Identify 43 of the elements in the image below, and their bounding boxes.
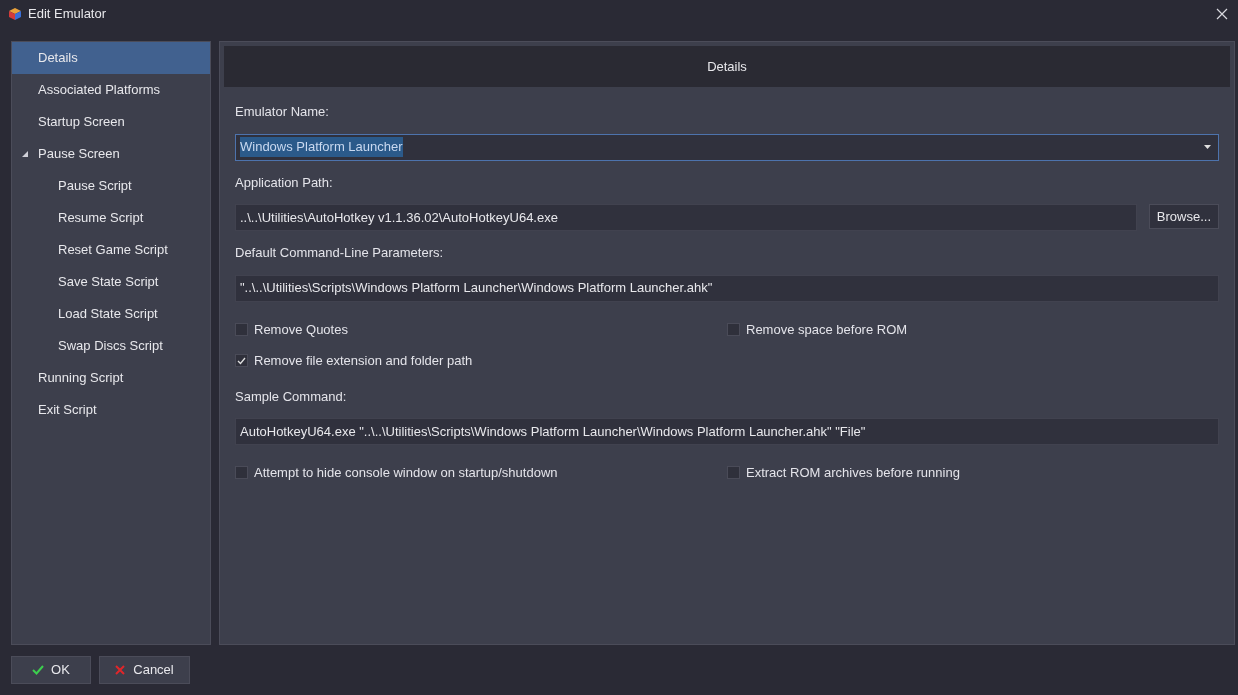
sidebar-item[interactable]: Resume Script	[12, 202, 210, 234]
close-icon[interactable]	[1216, 8, 1228, 20]
sidebar-item[interactable]: Associated Platforms	[12, 74, 210, 106]
sidebar-item[interactable]: Load State Script	[12, 298, 210, 330]
checkbox[interactable]	[727, 322, 740, 336]
parameters-field[interactable]: "..\..\Utilities\Scripts\Windows Platform Launcher\Windows Platform Launcher.ahk"	[235, 274, 1219, 302]
expanded-triangle-icon[interactable]	[22, 151, 28, 157]
application-path-field[interactable]: ..\..\Utilities\AutoHotkey v1.1.36.02\AutoHotkeyU64.exe	[235, 204, 1137, 231]
ok-button[interactable]: OK	[11, 656, 91, 684]
checkbox[interactable]	[727, 466, 740, 480]
sidebar-item[interactable]: Exit Script	[12, 394, 210, 426]
cancel-button[interactable]: Cancel	[99, 656, 190, 684]
emulator-name-dropdown[interactable]: Windows Platform Launcher	[235, 133, 1219, 161]
selected-text: Windows Platform Launcher	[240, 137, 403, 157]
checkbox-label: Remove space before ROM	[746, 320, 908, 339]
sidebar-item[interactable]: Running Script	[12, 362, 210, 394]
field-label: Application Path:	[235, 173, 333, 192]
checkbox-label: Extract ROM archives before running	[746, 464, 960, 482]
sample-command-field[interactable]: AutoHotkeyU64.exe "..\..\Utilities\Scripts\Windows Platform Launcher\Windows Platform Launcher.ahk" "File"	[235, 418, 1219, 445]
sidebar-item[interactable]: Pause Script	[12, 170, 210, 202]
field-label: Emulator Name:	[235, 103, 329, 121]
field-label: Sample Command:	[235, 387, 347, 406]
checkbox-label: Attempt to hide console window on startup/shutdown	[254, 464, 558, 482]
checkbox[interactable]	[235, 466, 248, 480]
checkbox[interactable]	[235, 354, 248, 368]
sidebar-item[interactable]: Startup Screen	[12, 106, 210, 138]
window-title: Edit Emulator	[28, 5, 107, 24]
cross-icon	[115, 665, 126, 675]
checkbox-label: Remove file extension and folder path	[254, 352, 473, 370]
browse-button[interactable]: Browse...	[1148, 204, 1219, 229]
checkbox-label: Remove Quotes	[254, 320, 348, 339]
sidebar-item[interactable]: Swap Discs Script	[12, 330, 210, 362]
cube-logo-icon	[8, 7, 22, 21]
sidebar-item[interactable]: Save State Script	[12, 266, 210, 298]
check-icon	[237, 356, 246, 365]
field-label: Default Command-Line Parameters:	[235, 244, 444, 262]
dropdown-caret-icon	[1204, 145, 1211, 149]
sidebar-item[interactable]: Pause Screen	[12, 138, 210, 170]
checkbox[interactable]	[235, 322, 248, 336]
checkmark-icon	[32, 665, 45, 675]
sidebar-item[interactable]: Reset Game Script	[12, 234, 210, 266]
panel-header: Details	[224, 46, 1230, 87]
sidebar-item[interactable]: Details	[12, 42, 210, 74]
